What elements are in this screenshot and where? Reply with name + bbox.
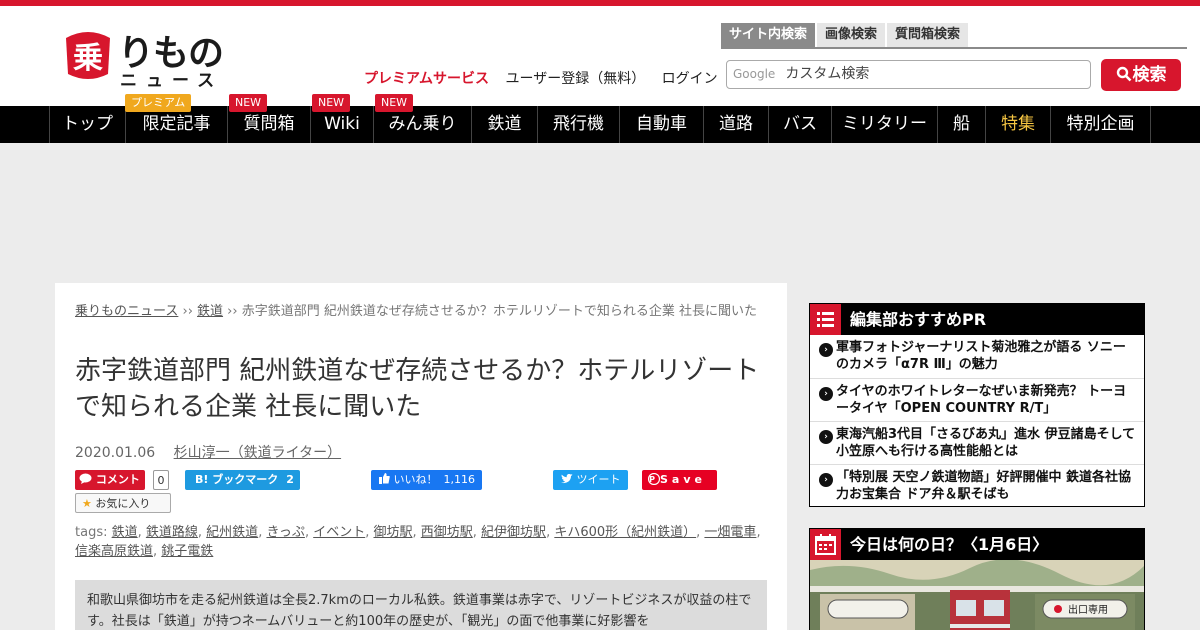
search-placeholder: カスタム検索 <box>785 66 870 82</box>
nav-item-bus[interactable]: バス <box>768 106 831 143</box>
tag-link[interactable]: 一畑電車 <box>704 525 756 540</box>
premium-service-link[interactable]: プレミアムサービス <box>364 71 489 87</box>
svg-text:P: P <box>649 475 659 484</box>
list-icon <box>810 304 841 335</box>
today-box: 今日は何の日？〈1月6日〉 出口専用 <box>809 528 1145 630</box>
twitter-bird-icon <box>561 473 573 484</box>
nav-item-question-box[interactable]: NEW 質問箱 <box>227 94 310 143</box>
comment-button[interactable]: コメント <box>75 470 145 490</box>
breadcrumb-current: 赤字鉄道部門 紀州鉄道なぜ存続させるか？ホテルリゾートで知られる企業 社長に聞い… <box>241 304 757 319</box>
logo-subtext: ニュース <box>120 71 224 91</box>
breadcrumb: 乗りものニュース ›› 鉄道 ›› 赤字鉄道部門 紀州鉄道なぜ存続させるか？ホテ… <box>75 304 757 319</box>
site-header: 乗 りもの ニュース プレミアムサービス ユーザー登録（無料） ログイン サイト… <box>0 6 1200 106</box>
pr-list-item[interactable]: › 東海汽船3代目「さるびあ丸」進水 伊豆諸島そして小笠原へも行ける高性能船とは <box>810 421 1144 464</box>
tag-link[interactable]: 西御坊駅 <box>421 525 473 540</box>
today-photo[interactable]: 出口専用 <box>810 560 1144 630</box>
pr-list: › 軍事フォトジャーナリスト菊池雅之が語る ソニーのカメラ「α7R Ⅲ」の魅力 ›… <box>810 335 1144 507</box>
nav-item-premium-articles[interactable]: プレミアム 限定記事 <box>125 94 227 143</box>
article-lead: 和歌山県御坊市を走る紀州鉄道は全長2.7kmのローカル私鉄。鉄道事業は赤字で、リ… <box>75 580 767 630</box>
pr-box-header: 編集部おすすめPR <box>810 304 1144 335</box>
tag-link[interactable]: きっぷ <box>266 525 304 540</box>
pinterest-save-button[interactable]: P Save <box>642 470 717 490</box>
hatena-count: 2 <box>286 473 294 486</box>
site-logo[interactable]: 乗 りもの ニュース <box>58 20 228 92</box>
comment-count: 0 <box>153 470 169 490</box>
tag-link[interactable]: 御坊駅 <box>373 525 412 540</box>
pr-box: 編集部おすすめPR › 軍事フォトジャーナリスト菊池雅之が語る ソニーのカメラ「α… <box>809 303 1145 507</box>
calendar-icon <box>810 529 841 560</box>
nav-item-feature[interactable]: 特集 <box>985 106 1050 143</box>
main-nav: トップ プレミアム 限定記事 NEW 質問箱 NEW Wiki NEW みん乗り 鉄道 … <box>0 94 1200 143</box>
tag-link[interactable]: 銚子電鉄 <box>161 544 213 559</box>
chevron-right-icon: › <box>819 430 833 444</box>
search-button-label: 検索 <box>1132 65 1167 85</box>
breadcrumb-category-link[interactable]: 鉄道 <box>197 304 223 319</box>
pr-list-item[interactable]: › 「特別展 天空ノ鉄道物語」好評開催中 鉄道各社協力お宝集合 ドア弁＆駅そばも <box>810 464 1144 507</box>
svg-text:乗: 乗 <box>73 41 103 76</box>
tab-question-search[interactable]: 質問箱検索 <box>887 23 969 47</box>
article-title: 赤字鉄道部門 紀州鉄道なぜ存続させるか？ホテルリゾートで知られる企業 社長に聞い… <box>75 356 760 422</box>
speech-bubble-icon <box>79 473 92 484</box>
tag-list: tags: 鉄道, 鉄道路線, 紀州鉄道, きっぷ, イベント, 御坊駅, 西御… <box>75 525 761 559</box>
nav-item-minnori[interactable]: NEW みん乗り <box>373 94 471 143</box>
search-tabs-underline <box>721 47 1187 49</box>
nav-item-wiki[interactable]: NEW Wiki <box>310 94 373 143</box>
nav-item-top[interactable]: トップ <box>49 106 125 143</box>
thumbs-up-icon <box>379 473 390 484</box>
pinterest-icon: P <box>647 472 661 486</box>
register-link[interactable]: ユーザー登録（無料） <box>505 71 645 87</box>
chevron-right-icon: › <box>819 387 833 401</box>
tag-link[interactable]: 紀伊御坊駅 <box>481 525 546 540</box>
tweet-button[interactable]: ツイート <box>553 470 628 490</box>
tag-link[interactable]: 鉄道 <box>112 525 138 540</box>
today-box-title: 今日は何の日？〈1月6日〉 <box>850 535 1049 554</box>
tab-image-search[interactable]: 画像検索 <box>817 23 886 47</box>
new-badge: NEW <box>229 94 268 112</box>
article-container: 乗りものニュース ›› 鉄道 ›› 赤字鉄道部門 紀州鉄道なぜ存続させるか？ホテ… <box>55 283 787 630</box>
tag-link[interactable]: イベント <box>313 525 365 540</box>
search-tabs: サイト内検索 画像検索 質問箱検索 <box>721 23 970 47</box>
nav-item-military[interactable]: ミリタリー <box>831 106 937 143</box>
pr-list-item[interactable]: › タイヤのホワイトレターなぜいま新発売？ トーヨータイヤ「OPEN COUNTR… <box>810 378 1144 421</box>
ad-space <box>0 143 1200 283</box>
search-button[interactable]: 検索 <box>1101 59 1181 91</box>
hatena-bookmark-button[interactable]: B! ブックマーク 2 <box>185 470 300 490</box>
tags-label: tags: <box>75 525 112 540</box>
like-count: 1,116 <box>443 473 476 486</box>
nav-item-aircraft[interactable]: 飛行機 <box>537 106 619 143</box>
tag-link[interactable]: キハ600形（紀州鉄道） <box>554 525 696 540</box>
exit-sign-text: 出口専用 <box>1068 603 1108 616</box>
nav-item-ship[interactable]: 船 <box>937 106 985 143</box>
article-date: 2020.01.06 <box>75 445 156 461</box>
chevron-right-icon: › <box>819 343 833 357</box>
search-input[interactable]: Google カスタム検索 <box>726 60 1091 89</box>
chevron-right-icon: › <box>819 473 833 487</box>
tag-link[interactable]: 鉄道路線 <box>146 525 198 540</box>
article-meta: 2020.01.06 杉山淳一（鉄道ライター） <box>75 442 341 462</box>
nav-item-railway[interactable]: 鉄道 <box>471 106 537 143</box>
tag-link[interactable]: 信楽高原鉄道 <box>75 544 153 559</box>
pr-list-item[interactable]: › 軍事フォトジャーナリスト菊池雅之が語る ソニーのカメラ「α7R Ⅲ」の魅力 <box>810 335 1144 378</box>
today-box-header: 今日は何の日？〈1月6日〉 <box>810 529 1144 560</box>
nav-item-road[interactable]: 道路 <box>703 106 768 143</box>
google-label: Google <box>733 67 776 81</box>
author-link[interactable]: 杉山淳一（鉄道ライター） <box>174 445 341 461</box>
facebook-like-button[interactable]: いいね！ 1,116 <box>371 470 482 490</box>
tab-site-search[interactable]: サイト内検索 <box>721 23 816 47</box>
star-icon: ★ <box>82 497 92 510</box>
new-badge: NEW <box>312 94 351 112</box>
pr-box-title: 編集部おすすめPR <box>850 310 987 329</box>
favorite-button[interactable]: ★ お気に入り <box>75 493 171 513</box>
nav-item-special-project[interactable]: 特別企画 <box>1050 106 1151 143</box>
breadcrumb-home-link[interactable]: 乗りものニュース <box>75 304 178 319</box>
login-link[interactable]: ログイン <box>662 71 718 87</box>
header-links: プレミアムサービス ユーザー登録（無料） ログイン <box>364 68 730 88</box>
premium-badge: プレミアム <box>125 94 192 112</box>
nav-item-car[interactable]: 自動車 <box>619 106 703 143</box>
new-badge: NEW <box>375 94 414 112</box>
logo-badge-icon: 乗 <box>66 32 110 79</box>
tag-link[interactable]: 紀州鉄道 <box>206 525 258 540</box>
search-icon <box>1116 66 1131 82</box>
